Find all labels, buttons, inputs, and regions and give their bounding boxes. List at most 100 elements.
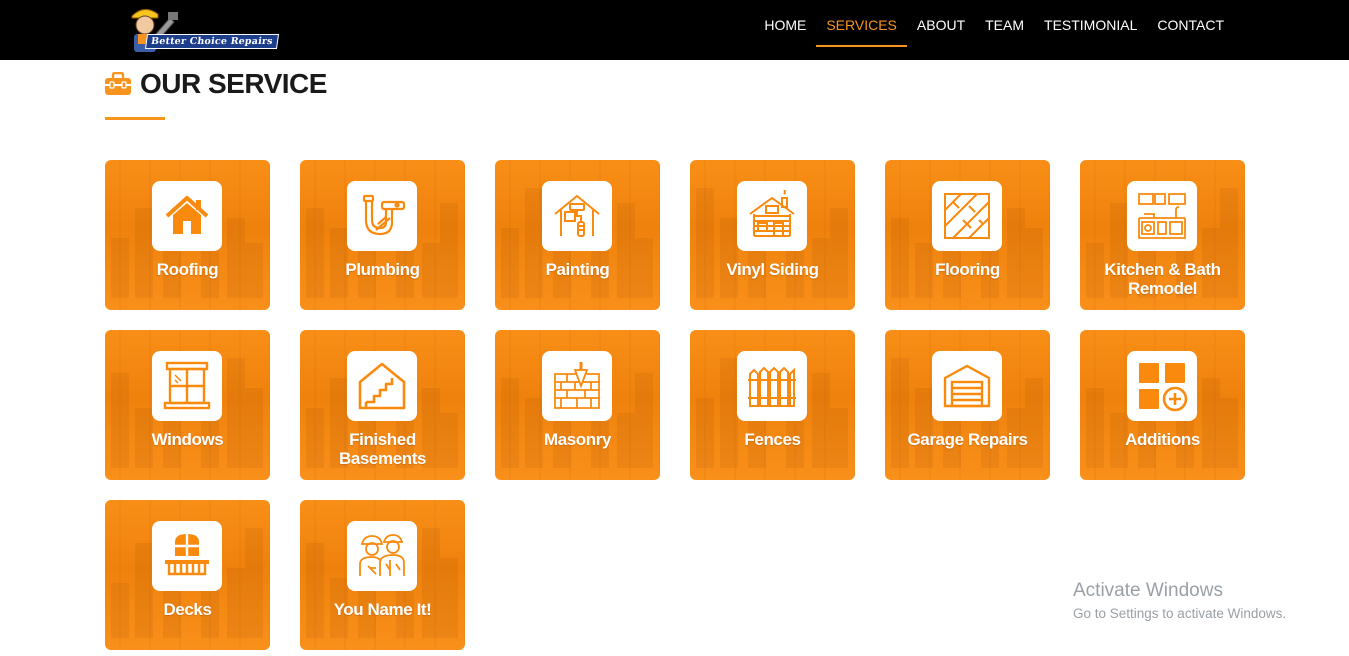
basement-stairs-icon [358, 362, 406, 410]
service-card-decks[interactable]: Decks [105, 500, 270, 650]
log-cabin-icon [749, 190, 795, 237]
icon-tile [542, 351, 612, 421]
card-background-texture [245, 388, 263, 468]
card-background-texture [720, 218, 738, 298]
service-card-painting[interactable]: Painting [495, 160, 660, 310]
paint-roller-icon [554, 194, 600, 237]
watermark-subtitle: Go to Settings to activate Windows. [1073, 606, 1287, 621]
service-label: Windows [151, 430, 224, 449]
service-label: Finished Basements [338, 430, 427, 468]
card-background-texture [696, 188, 714, 298]
deck-icon [165, 534, 209, 576]
services-grid: Roofing Plumbing Painting Vinyl Siding F… [105, 160, 1245, 650]
service-card-roofing[interactable]: Roofing [105, 160, 270, 310]
floor-tiles-icon [944, 193, 990, 239]
nav-team[interactable]: TEAM [975, 0, 1034, 60]
page-title: OUR SERVICE [140, 68, 327, 99]
main-nav: HOME SERVICES ABOUT TEAM TESTIMONIAL CON… [754, 0, 1234, 60]
logo-text: Better Choice Repairs [144, 34, 279, 49]
add-blocks-icon [1139, 363, 1188, 412]
icon-tile [1127, 181, 1197, 251]
card-background-texture [915, 388, 933, 468]
nav-testimonial[interactable]: TESTIMONIAL [1034, 0, 1147, 60]
service-card-you-name-it[interactable]: You Name It! [300, 500, 465, 650]
service-label: Fences [744, 430, 801, 449]
workers-icon [359, 534, 405, 576]
icon-tile [347, 351, 417, 421]
nav-contact[interactable]: CONTACT [1147, 0, 1234, 60]
card-background-texture [812, 373, 830, 468]
window-icon [163, 361, 211, 410]
card-background-texture [245, 528, 263, 638]
top-navbar: Better Choice Repairs HOME SERVICES ABOU… [0, 0, 1349, 60]
card-background-texture [135, 543, 153, 638]
nav-services[interactable]: SERVICES [816, 0, 907, 60]
service-label: Kitchen & Bath Remodel [1104, 260, 1221, 298]
card-background-texture [891, 218, 909, 298]
service-label: Garage Repairs [907, 430, 1028, 449]
card-background-texture [617, 203, 635, 298]
service-label: Painting [545, 260, 610, 279]
service-card-garage[interactable]: Garage Repairs [885, 330, 1050, 480]
brick-trowel-icon [554, 362, 600, 409]
card-background-texture [1202, 378, 1220, 468]
icon-tile [1127, 351, 1197, 421]
service-label: Plumbing [345, 260, 420, 279]
site-logo[interactable]: Better Choice Repairs [122, 4, 279, 56]
service-label: Masonry [543, 430, 612, 449]
card-background-texture [635, 373, 653, 468]
service-label: Decks [163, 600, 212, 619]
card-background-texture [525, 188, 543, 298]
card-background-texture [227, 358, 245, 468]
nav-about[interactable]: ABOUT [907, 0, 975, 60]
service-card-finished-basements[interactable]: Finished Basements [300, 330, 465, 480]
kitchen-icon [1138, 193, 1186, 239]
icon-tile [347, 521, 417, 591]
service-card-windows[interactable]: Windows [105, 330, 270, 480]
pipe-icon [362, 194, 406, 236]
garage-icon [943, 364, 991, 408]
icon-tile [737, 181, 807, 251]
card-background-texture [440, 558, 458, 638]
toolbox-icon [105, 72, 131, 95]
card-background-texture [306, 543, 324, 638]
icon-tile [737, 351, 807, 421]
watermark-title: Activate Windows [1073, 580, 1223, 601]
icon-tile [152, 181, 222, 251]
service-label: Flooring [935, 260, 1000, 279]
card-background-texture [720, 358, 738, 468]
title-underline [105, 117, 165, 120]
card-background-texture [440, 203, 458, 298]
icon-tile [152, 351, 222, 421]
icon-tile [932, 351, 1002, 421]
service-card-kitchen-bath[interactable]: Kitchen & Bath Remodel [1080, 160, 1245, 310]
service-card-fences[interactable]: Fences [690, 330, 855, 480]
fence-icon [748, 366, 796, 407]
card-background-texture [227, 218, 245, 298]
card-background-texture [306, 208, 324, 298]
windows-activation-watermark: Activate Windows Go to Settings to activ… [1073, 580, 1286, 621]
icon-tile [932, 181, 1002, 251]
card-background-texture [111, 373, 129, 468]
card-background-texture [422, 528, 440, 638]
service-card-additions[interactable]: Additions [1080, 330, 1245, 480]
service-card-flooring[interactable]: Flooring [885, 160, 1050, 310]
icon-tile [347, 181, 417, 251]
service-label: Vinyl Siding [726, 260, 819, 279]
service-label: You Name It! [333, 600, 432, 619]
service-label: Roofing [156, 260, 219, 279]
section-heading: OUR SERVICE [104, 68, 327, 100]
card-background-texture [891, 358, 909, 468]
icon-tile [152, 521, 222, 591]
card-background-texture [501, 378, 519, 468]
service-card-vinyl-siding[interactable]: Vinyl Siding [690, 160, 855, 310]
house-icon [165, 196, 209, 234]
nav-home[interactable]: HOME [754, 0, 816, 60]
card-background-texture [830, 208, 848, 298]
card-background-texture [135, 208, 153, 298]
service-card-plumbing[interactable]: Plumbing [300, 160, 465, 310]
card-background-texture [1025, 378, 1043, 468]
service-label: Additions [1125, 430, 1200, 449]
icon-tile [542, 181, 612, 251]
service-card-masonry[interactable]: Masonry [495, 330, 660, 480]
